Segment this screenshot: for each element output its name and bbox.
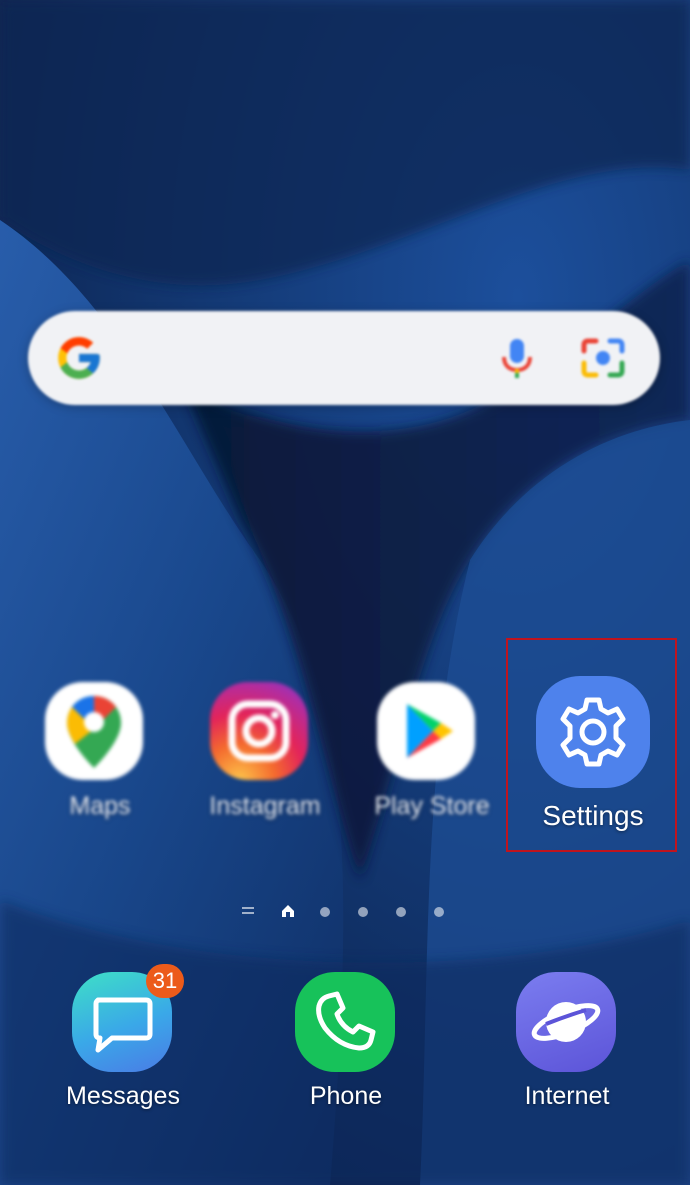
page-dot[interactable] [396,907,406,917]
page-dot[interactable] [320,907,330,917]
play-store-icon [377,682,475,780]
app-internet[interactable]: Internet [516,972,618,1122]
app-label-internet: Internet [524,1082,610,1110]
app-messages[interactable]: 31 Messages [66,964,184,1122]
google-g-icon [58,337,100,379]
app-instagram[interactable]: Instagram [209,682,321,822]
home-screen: Maps Instagram Play Store Settings 31 Me… [0,0,690,1185]
home-page-icon [282,905,294,917]
phone-handset-icon [295,972,395,1072]
microphone-icon[interactable] [494,335,540,381]
app-label-messages: Messages [66,1082,180,1110]
instagram-icon [210,682,308,780]
page-indicator[interactable] [240,900,460,924]
page-dot[interactable] [434,907,444,917]
app-play-store[interactable]: Play Store [374,682,490,822]
page-list-icon [242,907,254,914]
planet-icon [516,972,616,1072]
unread-badge: 31 [146,964,184,998]
google-lens-icon[interactable] [578,335,628,381]
google-search-bar[interactable] [28,311,660,405]
app-label-play-store: Play Store [374,792,490,820]
gear-icon [536,676,650,788]
app-maps[interactable]: Maps [45,682,155,822]
app-phone[interactable]: Phone [295,972,397,1122]
app-label-phone: Phone [309,1082,383,1110]
google-maps-icon [45,682,143,780]
app-label-instagram: Instagram [209,792,321,820]
app-label-maps: Maps [69,792,131,820]
app-label-settings: Settings [542,800,644,831]
page-dot[interactable] [358,907,368,917]
app-settings[interactable]: Settings [536,676,650,836]
